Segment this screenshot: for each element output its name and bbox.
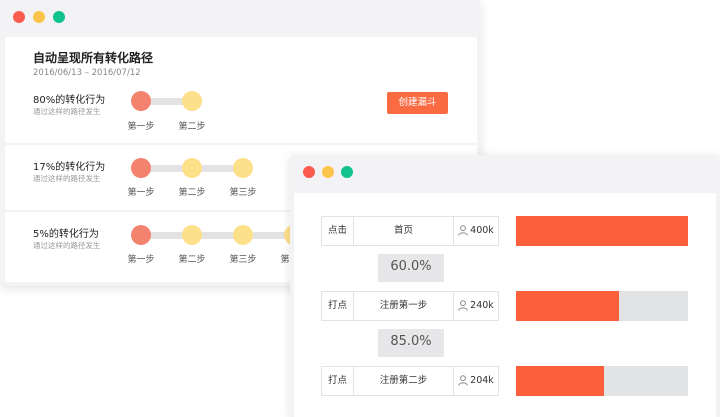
conversion-rate: 60.0% — [378, 254, 444, 282]
stage-count-cell: 240k — [453, 291, 499, 321]
paths-card-1: 自动呈现所有转化路径 2016/06/13 – 2016/07/12 80%的转… — [5, 37, 477, 143]
stage-action: 打点 — [321, 291, 354, 321]
path-row-subtitle: 通过这样的路径发生 — [33, 241, 101, 250]
stage-count: 240k — [470, 300, 494, 311]
conversion-rate: 85.0% — [378, 329, 444, 357]
stage-count: 204k — [470, 375, 494, 386]
stage-action: 点击 — [321, 216, 354, 246]
stage-action: 打点 — [321, 366, 354, 396]
path-row-title: 5%的转化行为 — [33, 229, 99, 240]
step-label: 第一步 — [127, 188, 155, 198]
funnel-window: 点击 首页 400k 60.0% 打点 注册第一步 240k 85.0% 打点 … — [290, 155, 720, 417]
stage-count-cell: 204k — [453, 366, 499, 396]
path-row-title: 80%的转化行为 — [33, 95, 106, 106]
user-icon — [458, 300, 468, 311]
step-node[interactable] — [182, 225, 202, 245]
step-label: 第二步 — [178, 255, 206, 265]
path-row-subtitle: 通过这样的路径发生 — [33, 174, 101, 183]
step-node[interactable] — [233, 225, 253, 245]
close-window-button[interactable] — [303, 166, 315, 178]
close-window-button[interactable] — [13, 11, 25, 23]
create-funnel-button[interactable]: 创建漏斗 — [387, 92, 448, 114]
user-icon — [458, 375, 468, 386]
stage-bar — [516, 216, 688, 246]
stage-bar — [516, 366, 604, 396]
funnel-panel: 点击 首页 400k 60.0% 打点 注册第一步 240k 85.0% 打点 … — [294, 193, 716, 417]
stage-count: 400k — [470, 225, 494, 236]
step-label: 第三步 — [229, 255, 257, 265]
path-track — [141, 232, 301, 239]
step-label: 第二步 — [178, 188, 206, 198]
stage-page[interactable]: 首页 — [353, 216, 454, 246]
step-label: 第一步 — [127, 255, 155, 265]
user-icon — [458, 225, 468, 236]
step-node[interactable] — [182, 91, 202, 111]
window-titlebar — [290, 155, 720, 189]
page-title: 自动呈现所有转化路径 — [33, 51, 154, 65]
stage-bar — [516, 291, 619, 321]
step-node[interactable] — [131, 225, 151, 245]
step-node[interactable] — [233, 158, 253, 178]
step-label: 第三步 — [229, 188, 257, 198]
step-label: 第一步 — [127, 122, 155, 132]
step-label: 第二步 — [178, 122, 206, 132]
maximize-window-button[interactable] — [341, 166, 353, 178]
date-range: 2016/06/13 – 2016/07/12 — [33, 68, 141, 78]
stage-page[interactable]: 注册第一步 — [353, 291, 454, 321]
step-node[interactable] — [182, 158, 202, 178]
minimize-window-button[interactable] — [322, 166, 334, 178]
window-titlebar — [0, 0, 480, 34]
path-row-subtitle: 通过这样的路径发生 — [33, 107, 101, 116]
stage-count-cell: 400k — [453, 216, 499, 246]
stage-page[interactable]: 注册第二步 — [353, 366, 454, 396]
maximize-window-button[interactable] — [53, 11, 65, 23]
path-row-title: 17%的转化行为 — [33, 162, 106, 173]
minimize-window-button[interactable] — [33, 11, 45, 23]
step-node[interactable] — [131, 158, 151, 178]
step-node[interactable] — [131, 91, 151, 111]
